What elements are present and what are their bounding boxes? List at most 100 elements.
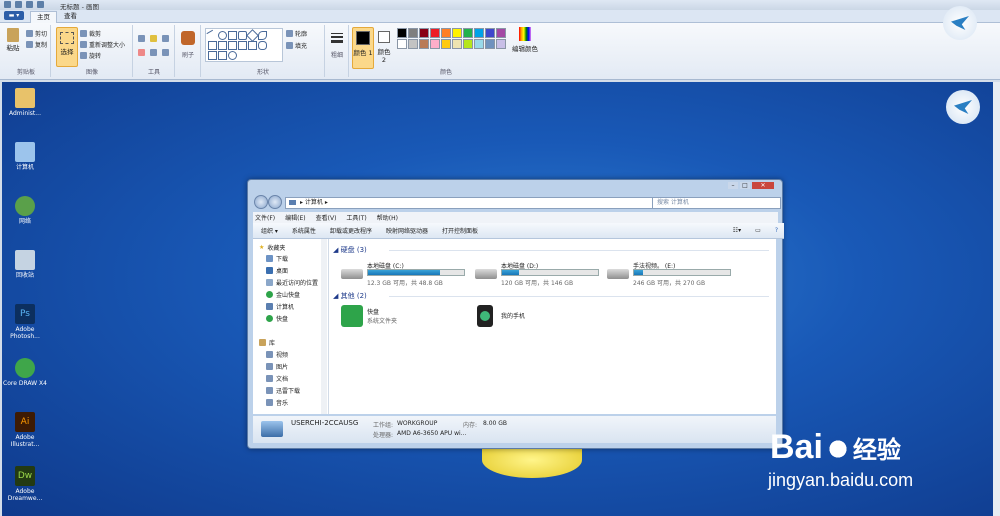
color-swatch[interactable] (419, 28, 429, 38)
nav-desktop[interactable]: 桌面 (266, 266, 288, 275)
minimize-button[interactable]: – (728, 182, 738, 189)
edit-colors-button[interactable]: 编辑颜色 (512, 27, 538, 53)
maximize-button[interactable]: □ (740, 182, 750, 189)
nav-documents[interactable]: 文档 (266, 374, 288, 383)
color-swatch[interactable] (430, 28, 440, 38)
size-group[interactable]: 粗细 (326, 25, 349, 77)
hard-disks-header[interactable]: ◢ 硬盘 (3) (333, 245, 367, 255)
desktop-icon-computer[interactable]: 计算机 (2, 142, 48, 171)
desktop-icon-illustrator[interactable]: Ai Adobe Illustrat... (2, 412, 48, 448)
canvas-scrollbar[interactable] (993, 82, 1000, 516)
color-swatch[interactable] (408, 39, 418, 49)
undo-icon[interactable] (26, 1, 33, 8)
preview-pane-icon[interactable]: ▭ (755, 227, 761, 234)
other-header[interactable]: ◢ 其他 (2) (333, 291, 367, 301)
desktop-icon-coreldraw[interactable]: Core DRAW X4 (2, 358, 48, 387)
search-input[interactable]: 搜索 计算机 (652, 197, 781, 209)
desktop-icon-recycle-bin[interactable]: 回收站 (2, 250, 48, 279)
color-swatch[interactable] (419, 39, 429, 49)
open-control-panel-button[interactable]: 打开控制面板 (442, 226, 478, 235)
navigation-scrollbar[interactable] (321, 239, 327, 414)
nav-thunder-downloads[interactable]: 迅雷下载 (266, 386, 300, 395)
color-swatch[interactable] (463, 28, 473, 38)
nav-computer[interactable]: 计算机 (266, 302, 294, 311)
color-swatch[interactable] (496, 39, 506, 49)
color-swatch[interactable] (397, 28, 407, 38)
drive-d[interactable]: 本地磁盘 (D:) 120 GB 可用，共 146 GB (475, 261, 603, 289)
pentagon-shape-icon[interactable] (218, 41, 227, 50)
tab-home[interactable]: 主页 (30, 11, 57, 23)
nav-kuaipan-jinshan[interactable]: 金山快盘 (266, 290, 300, 299)
nav-library[interactable]: 库 (259, 338, 275, 347)
organize-button[interactable]: 组织 ▾ (261, 226, 278, 235)
cut-button[interactable]: 剪切 (26, 29, 47, 38)
fill-button[interactable]: 填充 (286, 41, 307, 50)
leaf-shape-icon[interactable] (258, 31, 267, 40)
resize-button[interactable]: 重新调整大小 (80, 40, 125, 49)
diamond-shape-icon[interactable] (246, 29, 259, 42)
rotate-button[interactable]: 旋转 (80, 51, 101, 60)
desktop-icon-network[interactable]: 网络 (2, 196, 48, 225)
callout-shape-icon[interactable] (258, 41, 267, 50)
pencil-icon[interactable] (138, 35, 145, 42)
color-swatch[interactable] (452, 39, 462, 49)
menu-view[interactable]: 查看(V) (316, 213, 337, 222)
triangle-shape-icon[interactable] (208, 41, 217, 50)
menu-help[interactable]: 帮助(H) (377, 213, 398, 222)
rectangle-shape-icon[interactable] (228, 31, 237, 40)
desktop-icon-photoshop[interactable]: Ps Adobe Photosh... (2, 304, 48, 340)
forward-button[interactable] (268, 195, 282, 209)
eraser-icon[interactable] (138, 49, 145, 56)
select-button[interactable]: 选择 (56, 27, 78, 67)
save-icon[interactable] (15, 1, 22, 8)
file-menu-button[interactable]: ▬ ▾ (4, 11, 24, 20)
crop-button[interactable]: 裁剪 (80, 29, 101, 38)
color-swatch[interactable] (474, 28, 484, 38)
cloud-shape-icon[interactable] (228, 51, 237, 60)
nav-music[interactable]: 音乐 (266, 398, 288, 407)
system-properties-button[interactable]: 系统属性 (292, 226, 316, 235)
outline-button[interactable]: 轮廓 (286, 29, 307, 38)
color-swatch[interactable] (441, 39, 451, 49)
nav-pictures[interactable]: 图片 (266, 362, 288, 371)
view-options-icon[interactable]: ☷▾ (733, 227, 741, 234)
redo-icon[interactable] (37, 1, 44, 8)
color2-button[interactable]: 颜色 2 (375, 27, 393, 67)
close-button[interactable]: ✕ (752, 182, 774, 189)
fill-bucket-icon[interactable] (150, 35, 157, 42)
arrow-shape-icon[interactable] (238, 41, 247, 50)
tab-view[interactable]: 查看 (58, 11, 83, 22)
color-picker-icon[interactable] (150, 49, 157, 56)
drive-e[interactable]: 手法视频。 (E:) 246 GB 可用，共 270 GB (607, 261, 735, 289)
address-bar[interactable]: ▸ 计算机 ▸ (285, 197, 661, 209)
back-button[interactable] (254, 195, 268, 209)
other-item-kuaipan[interactable]: 快盘 系统文件夹 (341, 305, 461, 331)
color-swatch[interactable] (485, 39, 495, 49)
shapes-gallery[interactable] (205, 28, 283, 62)
color-swatch[interactable] (441, 28, 451, 38)
color-swatch[interactable] (496, 28, 506, 38)
copy-button[interactable]: 复制 (26, 40, 47, 49)
color-swatch[interactable] (452, 28, 462, 38)
heart-shape-icon[interactable] (218, 51, 227, 60)
color-swatch[interactable] (463, 39, 473, 49)
menu-file[interactable]: 文件(F) (255, 213, 275, 222)
desktop-icon-admin[interactable]: Administ... (2, 88, 48, 117)
color-swatch[interactable] (397, 39, 407, 49)
color-swatch[interactable] (408, 28, 418, 38)
map-network-drive-button[interactable]: 映射网络驱动器 (386, 226, 428, 235)
color-swatch[interactable] (430, 39, 440, 49)
paste-button[interactable]: 粘贴 (4, 28, 22, 52)
four-point-star-icon[interactable] (208, 51, 217, 60)
brushes-group[interactable]: 刷子 (176, 25, 201, 77)
menu-edit[interactable]: 编辑(E) (285, 213, 305, 222)
line-shape-icon[interactable] (206, 29, 217, 41)
hexagon-shape-icon[interactable] (228, 41, 237, 50)
nav-videos[interactable]: 视频 (266, 350, 288, 359)
drive-c[interactable]: 本地磁盘 (C:) 12.3 GB 可用，共 48.8 GB (341, 261, 469, 289)
magnifier-icon[interactable] (162, 49, 169, 56)
nav-recent-places[interactable]: 最近访问的位置 (266, 278, 318, 287)
help-icon[interactable]: ? (775, 227, 778, 234)
desktop-icon-dreamweaver[interactable]: Dw Adobe Dreamwe... (2, 466, 48, 502)
other-item-my-phone[interactable]: 我的手机 (475, 305, 595, 331)
